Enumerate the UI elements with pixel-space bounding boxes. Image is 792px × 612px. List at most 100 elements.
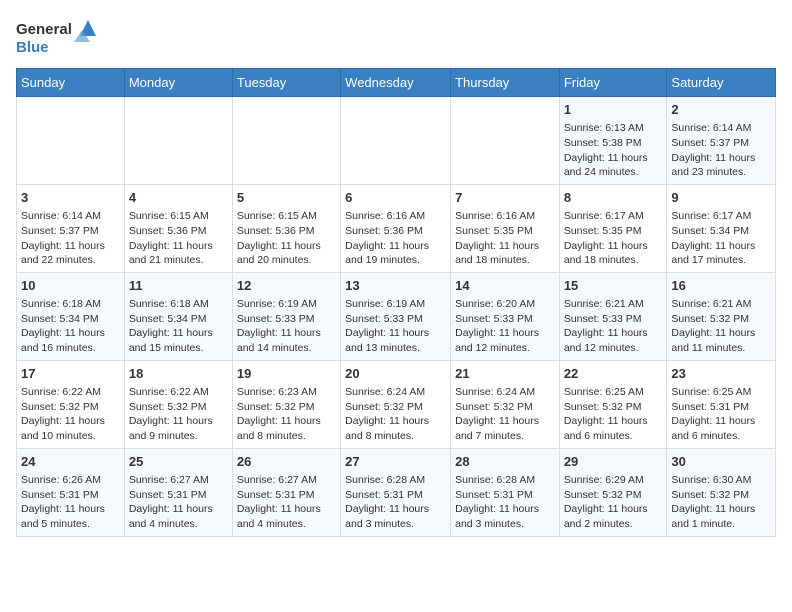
day-info: Daylight: 11 hours and 21 minutes. [129,239,228,268]
day-info: Sunrise: 6:20 AM [455,297,555,312]
calendar-cell: 11Sunrise: 6:18 AMSunset: 5:34 PMDayligh… [124,272,232,360]
calendar-cell: 17Sunrise: 6:22 AMSunset: 5:32 PMDayligh… [17,360,125,448]
col-header-sunday: Sunday [17,69,125,97]
day-info: Daylight: 11 hours and 4 minutes. [129,502,228,531]
day-info: Daylight: 11 hours and 1 minute. [671,502,771,531]
calendar-cell: 5Sunrise: 6:15 AMSunset: 5:36 PMDaylight… [232,184,340,272]
day-info: Sunset: 5:32 PM [237,400,336,415]
day-info: Sunrise: 6:16 AM [345,209,446,224]
calendar-cell: 12Sunrise: 6:19 AMSunset: 5:33 PMDayligh… [232,272,340,360]
day-info: Sunrise: 6:19 AM [345,297,446,312]
calendar-cell: 20Sunrise: 6:24 AMSunset: 5:32 PMDayligh… [341,360,451,448]
day-number: 5 [237,189,336,207]
day-info: Daylight: 11 hours and 16 minutes. [21,326,120,355]
calendar-cell: 30Sunrise: 6:30 AMSunset: 5:32 PMDayligh… [667,448,776,536]
day-info: Sunset: 5:32 PM [564,400,663,415]
day-number: 30 [671,453,771,471]
day-info: Daylight: 11 hours and 18 minutes. [455,239,555,268]
day-number: 19 [237,365,336,383]
day-info: Sunrise: 6:25 AM [564,385,663,400]
day-info: Sunset: 5:37 PM [21,224,120,239]
day-info: Sunrise: 6:27 AM [129,473,228,488]
day-number: 18 [129,365,228,383]
day-info: Sunrise: 6:17 AM [671,209,771,224]
calendar-cell: 9Sunrise: 6:17 AMSunset: 5:34 PMDaylight… [667,184,776,272]
day-number: 14 [455,277,555,295]
calendar-cell: 19Sunrise: 6:23 AMSunset: 5:32 PMDayligh… [232,360,340,448]
day-number: 29 [564,453,663,471]
day-info: Sunrise: 6:22 AM [21,385,120,400]
day-number: 16 [671,277,771,295]
col-header-monday: Monday [124,69,232,97]
day-number: 25 [129,453,228,471]
day-number: 27 [345,453,446,471]
day-info: Daylight: 11 hours and 22 minutes. [21,239,120,268]
calendar-cell: 25Sunrise: 6:27 AMSunset: 5:31 PMDayligh… [124,448,232,536]
day-number: 15 [564,277,663,295]
day-info: Sunset: 5:38 PM [564,136,663,151]
day-info: Sunrise: 6:13 AM [564,121,663,136]
day-info: Sunset: 5:32 PM [564,488,663,503]
day-info: Daylight: 11 hours and 12 minutes. [564,326,663,355]
calendar-cell: 6Sunrise: 6:16 AMSunset: 5:36 PMDaylight… [341,184,451,272]
day-number: 8 [564,189,663,207]
day-info: Sunrise: 6:18 AM [129,297,228,312]
svg-text:General: General [16,21,72,38]
day-info: Daylight: 11 hours and 2 minutes. [564,502,663,531]
calendar-cell: 1Sunrise: 6:13 AMSunset: 5:38 PMDaylight… [559,97,667,185]
day-info: Sunset: 5:33 PM [455,312,555,327]
day-info: Sunset: 5:32 PM [345,400,446,415]
day-info: Sunset: 5:37 PM [671,136,771,151]
day-info: Sunset: 5:36 PM [129,224,228,239]
calendar-cell: 16Sunrise: 6:21 AMSunset: 5:32 PMDayligh… [667,272,776,360]
day-info: Sunset: 5:36 PM [237,224,336,239]
calendar-cell: 8Sunrise: 6:17 AMSunset: 5:35 PMDaylight… [559,184,667,272]
calendar-cell: 3Sunrise: 6:14 AMSunset: 5:37 PMDaylight… [17,184,125,272]
calendar-cell: 15Sunrise: 6:21 AMSunset: 5:33 PMDayligh… [559,272,667,360]
day-info: Sunset: 5:31 PM [455,488,555,503]
calendar-cell: 28Sunrise: 6:28 AMSunset: 5:31 PMDayligh… [451,448,560,536]
day-number: 11 [129,277,228,295]
calendar-cell: 26Sunrise: 6:27 AMSunset: 5:31 PMDayligh… [232,448,340,536]
calendar-cell: 13Sunrise: 6:19 AMSunset: 5:33 PMDayligh… [341,272,451,360]
col-header-friday: Friday [559,69,667,97]
day-info: Sunrise: 6:22 AM [129,385,228,400]
day-info: Sunrise: 6:25 AM [671,385,771,400]
col-header-wednesday: Wednesday [341,69,451,97]
day-info: Sunset: 5:31 PM [671,400,771,415]
day-info: Sunset: 5:33 PM [345,312,446,327]
day-info: Daylight: 11 hours and 7 minutes. [455,414,555,443]
day-number: 28 [455,453,555,471]
day-info: Daylight: 11 hours and 23 minutes. [671,151,771,180]
calendar-cell [124,97,232,185]
calendar-cell: 29 Sunrise: 6:29 AMSunset: 5:32 PMDayligh… [559,448,667,536]
day-info: Sunrise: 6:23 AM [237,385,336,400]
day-info: Sunset: 5:36 PM [345,224,446,239]
day-info: Sunset: 5:31 PM [237,488,336,503]
day-number: 12 [237,277,336,295]
day-info: Sunrise: 6:24 AM [345,385,446,400]
col-header-thursday: Thursday [451,69,560,97]
page-header: General Blue [16,16,776,56]
day-info: Daylight: 11 hours and 6 minutes. [671,414,771,443]
calendar-cell: 7Sunrise: 6:16 AMSunset: 5:35 PMDaylight… [451,184,560,272]
day-info: Sunrise: 6:29 AM [564,473,663,488]
day-info: Sunrise: 6:15 AM [237,209,336,224]
day-number: 23 [671,365,771,383]
day-info: Sunrise: 6:16 AM [455,209,555,224]
logo: General Blue [16,16,96,56]
day-info: Sunrise: 6:18 AM [21,297,120,312]
calendar-cell [341,97,451,185]
day-info: Sunrise: 6:28 AM [345,473,446,488]
day-info: Sunrise: 6:14 AM [671,121,771,136]
calendar-cell: 22Sunrise: 6:25 AMSunset: 5:32 PMDayligh… [559,360,667,448]
day-info: Sunrise: 6:28 AM [455,473,555,488]
day-number: 4 [129,189,228,207]
day-info: Sunset: 5:34 PM [21,312,120,327]
day-info: Daylight: 11 hours and 18 minutes. [564,239,663,268]
day-info: Sunrise: 6:17 AM [564,209,663,224]
calendar-cell: 24Sunrise: 6:26 AMSunset: 5:31 PMDayligh… [17,448,125,536]
calendar-cell: 10Sunrise: 6:18 AMSunset: 5:34 PMDayligh… [17,272,125,360]
calendar-cell [451,97,560,185]
day-number: 26 [237,453,336,471]
